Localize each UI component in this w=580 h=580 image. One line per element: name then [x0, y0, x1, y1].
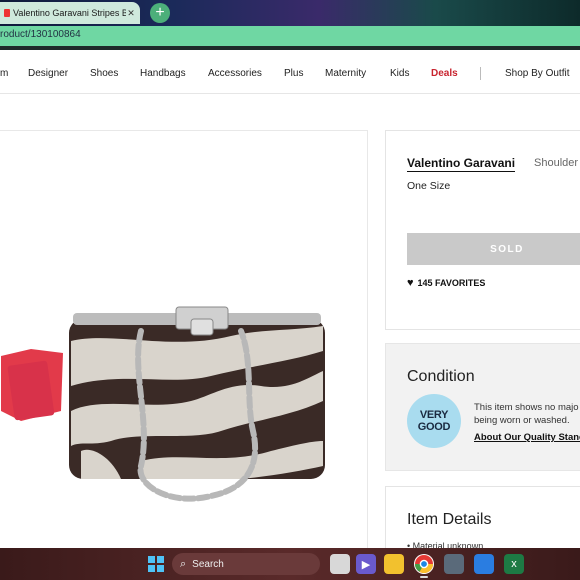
brand-link[interactable]: Valentino Garavani: [407, 156, 516, 172]
heart-icon: ♥: [407, 277, 414, 289]
task-view-icon[interactable]: [330, 554, 350, 574]
windows-start-icon[interactable]: [146, 554, 166, 574]
condition-badge: VERY GOOD: [407, 394, 461, 448]
excel-icon[interactable]: x: [504, 554, 524, 574]
condition-card: Condition VERY GOOD This item shows no m…: [385, 343, 580, 471]
nav-item-plus[interactable]: Plus: [284, 68, 303, 79]
browser-tab[interactable]: Valentino Garavani Stripes Brown ✕: [0, 2, 140, 24]
nav-item-shop-by-outfit[interactable]: Shop By Outfit: [505, 68, 569, 79]
condition-description-line-2: being worn or washed.: [474, 415, 570, 426]
calendar-icon[interactable]: [474, 554, 494, 574]
screen: Valentino Garavani Stripes Brown ✕ + rod…: [0, 0, 580, 580]
product-image-card[interactable]: [0, 130, 368, 560]
badge-line-1: VERY: [419, 409, 449, 421]
taskbar: ⌕ Search ▶ x: [0, 548, 580, 580]
calculator-icon[interactable]: [444, 554, 464, 574]
url-text[interactable]: roduct/130100864: [0, 29, 81, 40]
product-size: One Size: [407, 180, 451, 192]
toolbar-divider: [0, 46, 580, 50]
sold-button[interactable]: SOLD: [407, 233, 580, 265]
nav-item-designer[interactable]: Designer: [28, 68, 68, 79]
condition-description: This item shows no majo being worn or wa…: [474, 401, 580, 427]
tab-title: Valentino Garavani Stripes Brown: [13, 8, 126, 18]
item-details-title: Item Details: [407, 511, 492, 528]
quality-standards-link[interactable]: About Our Quality Stanc: [474, 432, 580, 443]
nav-item-handbags[interactable]: Handbags: [140, 68, 186, 79]
tab-favicon-icon: [4, 9, 10, 17]
item-details-card: Item Details • Material unknown: [385, 486, 580, 556]
nav-item-truncated[interactable]: m: [0, 68, 8, 79]
new-tab-button[interactable]: +: [150, 3, 170, 23]
condition-title: Condition: [407, 368, 475, 385]
nav-item-kids[interactable]: Kids: [390, 68, 409, 79]
nav-item-accessories[interactable]: Accessories: [208, 68, 262, 79]
nav-item-maternity[interactable]: Maternity: [325, 68, 366, 79]
search-icon: ⌕: [180, 557, 187, 570]
badge-line-2: GOOD: [417, 421, 451, 433]
product-info-card: Valentino Garavani Shoulder One Size SOL…: [385, 130, 580, 330]
taskbar-search[interactable]: ⌕ Search: [172, 553, 320, 575]
active-app-indicator: [420, 576, 428, 578]
chrome-icon[interactable]: [414, 554, 434, 574]
price-tag-icon: [1, 349, 63, 421]
teams-chat-icon[interactable]: ▶: [356, 554, 376, 574]
nav-item-deals[interactable]: Deals: [431, 68, 458, 79]
product-image[interactable]: [0, 291, 369, 521]
nav-separator: [480, 67, 481, 80]
file-explorer-icon[interactable]: [384, 554, 404, 574]
favorites-count[interactable]: ♥ 145 FAVORITES: [407, 277, 485, 289]
condition-description-line-1: This item shows no majo: [474, 402, 579, 413]
favorites-label: 145 FAVORITES: [417, 278, 486, 288]
address-bar[interactable]: roduct/130100864: [0, 26, 580, 46]
close-tab-icon[interactable]: ✕: [126, 8, 136, 19]
taskbar-search-label: Search: [192, 558, 224, 570]
nav-item-shoes[interactable]: Shoes: [90, 68, 118, 79]
product-category: Shoulder: [534, 157, 579, 169]
site-nav: m Designer Shoes Handbags Accessories Pl…: [0, 54, 580, 94]
browser-tab-strip: Valentino Garavani Stripes Brown ✕ +: [0, 0, 580, 26]
